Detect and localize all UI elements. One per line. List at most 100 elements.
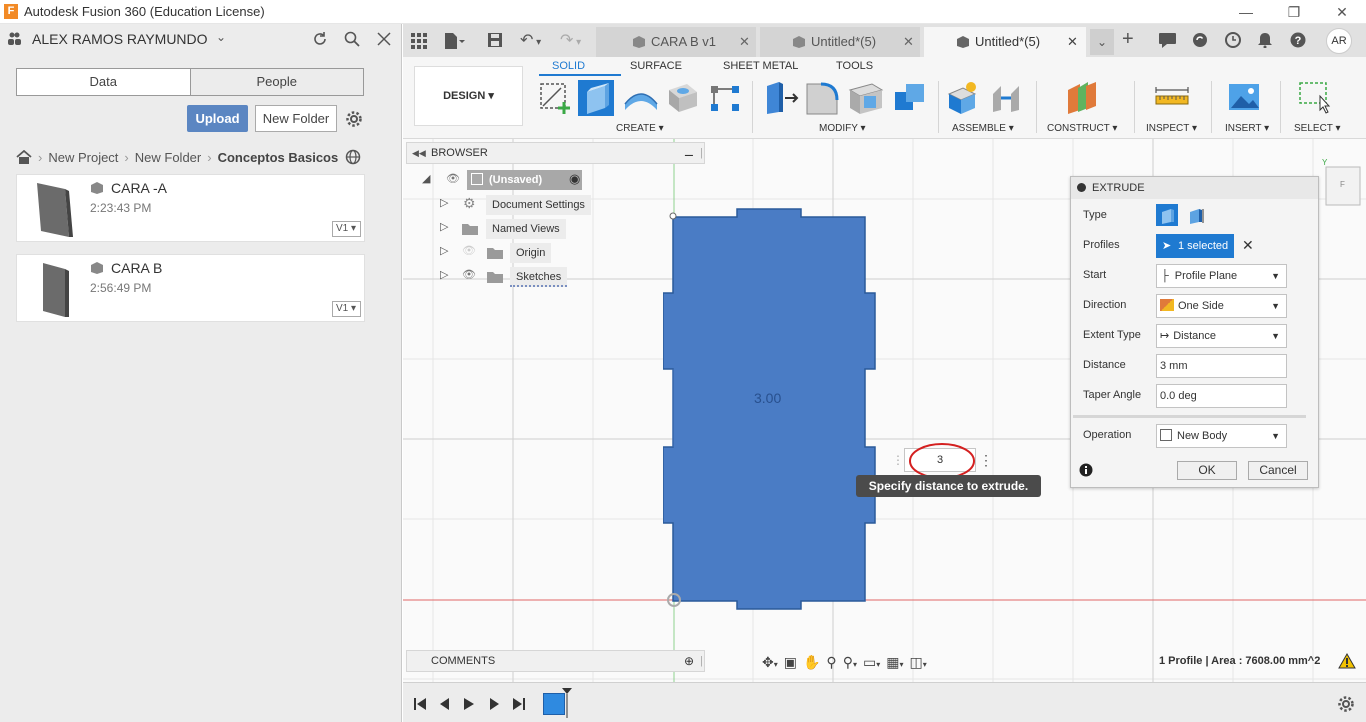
tab-surface[interactable]: SURFACE (630, 60, 682, 72)
home-icon[interactable] (16, 150, 32, 164)
expand-triangle-icon[interactable]: ▷ (440, 268, 448, 281)
tab-people[interactable]: People (189, 69, 363, 95)
create-menu[interactable]: CREATE ▾ (616, 123, 664, 134)
tree-item[interactable]: ▷ ⚙ Document Settings (440, 195, 595, 215)
info-icon[interactable] (1079, 463, 1093, 477)
file-name[interactable]: CARA B (111, 260, 162, 276)
extent-type-select[interactable]: ↦ Distance ▼ (1156, 324, 1287, 348)
thin-type-icon[interactable] (1184, 204, 1206, 226)
revolve-icon[interactable] (623, 80, 659, 116)
pan-icon[interactable]: ✋ (803, 654, 820, 671)
tab-untitled-active[interactable]: Untitled*(5) ✕ (924, 27, 1086, 57)
expand-triangle-icon[interactable]: ◢ (422, 172, 430, 185)
chevron-down-icon[interactable]: ⌄ (216, 30, 226, 44)
clock-icon[interactable] (1225, 32, 1241, 48)
insert-menu[interactable]: INSERT ▾ (1225, 123, 1269, 134)
tab-solid[interactable]: SOLID (552, 60, 585, 72)
tab-cara-b[interactable]: CARA B v1 ✕ (596, 27, 756, 57)
shell-icon[interactable] (848, 80, 884, 116)
expand-triangle-icon[interactable]: ▷ (440, 244, 448, 257)
close-icon[interactable] (377, 32, 391, 46)
cancel-button[interactable]: Cancel (1248, 461, 1308, 480)
expand-triangle-icon[interactable]: ▷ (440, 196, 448, 209)
user-name[interactable]: ALEX RAMOS RAYMUNDO (32, 31, 208, 47)
tab-overflow-chevron-icon[interactable]: ⌄ (1090, 29, 1114, 55)
dialog-header[interactable]: EXTRUDE (1071, 177, 1318, 199)
create-sketch-icon[interactable] (538, 80, 574, 116)
start-select[interactable]: ├ Profile Plane ▼ (1156, 264, 1287, 288)
close-tab-icon[interactable]: ✕ (739, 27, 750, 57)
ok-button[interactable]: OK (1177, 461, 1237, 480)
operation-select[interactable]: New Body ▼ (1156, 424, 1287, 448)
close-window-button[interactable]: ✕ (1332, 2, 1352, 22)
step-forward-icon[interactable] (487, 697, 501, 711)
sync-icon[interactable] (1192, 32, 1208, 48)
new-component-icon[interactable] (945, 80, 981, 116)
team-icon[interactable] (8, 32, 26, 46)
panel-grip-icon[interactable]: | (700, 651, 703, 671)
viewports-icon[interactable]: ◫▾ (909, 654, 926, 671)
expand-triangle-icon[interactable]: ▷ (440, 220, 448, 233)
new-tab-plus-icon[interactable]: + (1122, 28, 1134, 51)
joint-icon[interactable] (989, 80, 1025, 116)
extrude-icon[interactable] (578, 80, 614, 116)
clear-selection-icon[interactable]: ✕ (1242, 237, 1254, 254)
hole-icon[interactable] (665, 80, 701, 116)
grid-menu-icon[interactable] (411, 33, 427, 49)
eye-icon[interactable]: 👁 (446, 172, 460, 185)
skip-start-icon[interactable] (413, 697, 427, 711)
zoom-icon[interactable]: ⚲ (826, 654, 836, 671)
sketch-profile[interactable] (663, 207, 877, 611)
redo-icon[interactable]: ↷ ▾ (560, 30, 581, 50)
combine-icon[interactable] (892, 80, 928, 116)
solid-type-icon[interactable] (1156, 204, 1178, 226)
tab-data[interactable]: Data (17, 69, 190, 95)
modify-menu[interactable]: MODIFY ▾ (819, 123, 866, 134)
timeline-settings-gear-icon[interactable] (1337, 695, 1355, 713)
refresh-icon[interactable] (312, 31, 328, 47)
drag-handle-icon[interactable]: ⋮ (892, 448, 904, 472)
minus-icon[interactable]: ⚊ (684, 143, 694, 163)
new-folder-button[interactable]: New Folder (255, 105, 337, 132)
offset-plane-icon[interactable] (1064, 80, 1100, 116)
add-comment-icon[interactable]: ⊕ (684, 651, 694, 671)
file-menu-icon[interactable] (443, 32, 465, 50)
avatar[interactable]: AR (1326, 28, 1352, 54)
collapse-panel-icon[interactable]: ◀◀ (412, 143, 426, 163)
pattern-icon[interactable] (708, 80, 744, 116)
bell-icon[interactable] (1258, 32, 1272, 48)
step-back-icon[interactable] (438, 697, 452, 711)
inspect-menu[interactable]: INSPECT ▾ (1146, 123, 1197, 134)
gear-icon[interactable] (345, 110, 363, 128)
orbit-move-icon[interactable]: ✥▾ (762, 654, 778, 671)
timeline-marker-icon[interactable] (562, 688, 572, 718)
distance-field[interactable]: 3 mm (1156, 354, 1287, 378)
insert-image-icon[interactable] (1227, 80, 1263, 116)
file-card[interactable]: CARA -A 2:23:43 PM V1 ▾ (16, 174, 365, 242)
eye-hidden-icon[interactable]: 👁 (462, 244, 476, 257)
globe-icon[interactable] (345, 149, 361, 165)
more-options-icon[interactable]: ⋮ (979, 448, 993, 472)
breadcrumb-new-folder[interactable]: New Folder (135, 150, 201, 165)
restore-button[interactable]: ❐ (1284, 2, 1304, 22)
version-select[interactable]: V1 ▾ (332, 221, 361, 237)
construct-menu[interactable]: CONSTRUCT ▾ (1047, 123, 1117, 134)
tab-untitled-1[interactable]: Untitled*(5) ✕ (760, 27, 920, 57)
taper-angle-field[interactable]: 0.0 deg (1156, 384, 1287, 408)
undo-icon[interactable]: ↶ ▾ (520, 30, 541, 50)
tree-root[interactable]: ◢ 👁 (Unsaved) ◉ (420, 170, 595, 190)
warning-icon[interactable] (1338, 653, 1356, 669)
upload-button[interactable]: Upload (187, 105, 248, 132)
version-select[interactable]: V1 ▾ (332, 301, 361, 317)
tree-item[interactable]: ▷ Named Views (440, 219, 595, 239)
fit-icon[interactable]: ⚲▾ (843, 654, 857, 671)
eye-icon[interactable]: 👁 (462, 268, 476, 281)
tree-item[interactable]: ▷ 👁 Origin (440, 243, 595, 263)
profiles-selection[interactable]: ➤ 1 selected (1156, 234, 1234, 258)
select-menu[interactable]: SELECT ▾ (1294, 123, 1341, 134)
workspace-switcher[interactable]: DESIGN ▾ (414, 66, 523, 126)
help-icon[interactable]: ? (1290, 32, 1306, 48)
direction-select[interactable]: One Side ▼ (1156, 294, 1287, 318)
tab-sheet-metal[interactable]: SHEET METAL (723, 60, 798, 72)
look-at-icon[interactable]: ▣ (784, 654, 797, 671)
